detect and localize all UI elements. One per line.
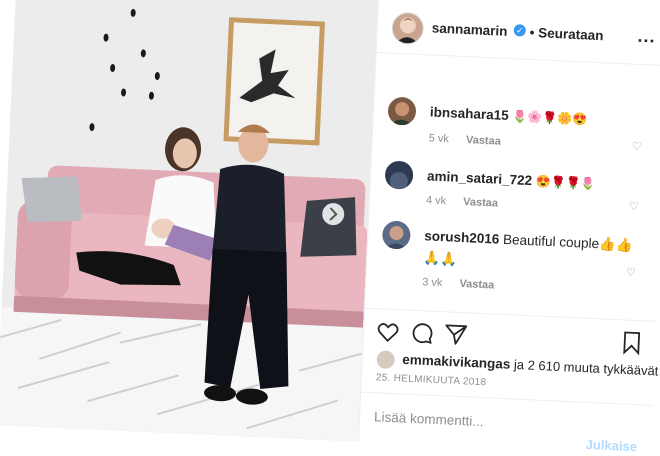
- post-author-username[interactable]: sannamarin: [431, 20, 507, 38]
- more-options-icon[interactable]: ...: [637, 26, 656, 48]
- post-comment-button[interactable]: Julkaise: [585, 437, 637, 454]
- comment-text-line: ibnsahara15 🌷🌸🌹🌼😍: [430, 104, 588, 126]
- post-photo[interactable]: [0, 0, 379, 442]
- comment-composer: Lisää kommentti... Julkaise: [358, 391, 653, 456]
- verified-badge-icon: ✓: [513, 24, 527, 37]
- comment-text: 😍🌹🌹🌷: [535, 174, 596, 191]
- heart-icon[interactable]: [375, 319, 400, 344]
- instagram-post: sannamarin ✓ • Seurataan ... ibnsahara15…: [0, 0, 660, 456]
- comment-input[interactable]: Lisää kommentti...: [374, 409, 484, 429]
- comment-text: 🌷🌸🌹🌼😍: [512, 109, 588, 127]
- post-sidebar: sannamarin ✓ • Seurataan ... ibnsahara15…: [357, 0, 660, 456]
- comment-item: sorush2016 Beautiful couple👍👍 🙏🙏 3 vk Va…: [365, 220, 660, 313]
- comment-time[interactable]: 4 vk: [426, 194, 447, 207]
- comment-meta: 4 vk Vastaa: [426, 194, 513, 210]
- comment-meta: 3 vk Vastaa: [422, 276, 509, 292]
- avatar[interactable]: [376, 350, 396, 370]
- comment-time[interactable]: 3 vk: [422, 276, 443, 289]
- paper-plane-icon[interactable]: [443, 322, 468, 347]
- post-date[interactable]: 25. HELMIKUUTA 2018: [376, 372, 487, 388]
- heart-icon[interactable]: ♡: [629, 200, 640, 213]
- comment-text-continued: 🙏🙏: [423, 250, 458, 267]
- avatar[interactable]: [381, 220, 411, 250]
- comment-text-line: sorush2016 Beautiful couple👍👍: [424, 228, 633, 253]
- comment-username[interactable]: sorush2016: [424, 228, 500, 246]
- comment-time[interactable]: 5 vk: [429, 132, 450, 145]
- comment-meta: 5 vk Vastaa: [429, 132, 516, 148]
- avatar[interactable]: [391, 11, 425, 46]
- comment-text-line: amin_satari_722 😍🌹🌹🌷: [427, 168, 596, 191]
- bookmark-icon[interactable]: [619, 330, 644, 356]
- separator-dot: •: [529, 24, 535, 41]
- avatar[interactable]: [387, 96, 417, 126]
- reply-button[interactable]: Vastaa: [466, 134, 501, 148]
- heart-icon[interactable]: ♡: [626, 265, 637, 278]
- reply-button[interactable]: Vastaa: [463, 196, 498, 210]
- comment-username[interactable]: ibnsahara15: [430, 104, 509, 123]
- liker-username[interactable]: emmakivikangas: [402, 352, 511, 372]
- avatar[interactable]: [384, 160, 414, 190]
- likes-count[interactable]: ja 2 610 muuta: [514, 357, 601, 376]
- comment-icon[interactable]: [409, 321, 434, 346]
- comment-text: Beautiful couple👍👍: [502, 231, 633, 253]
- family-photo-illustration: [0, 0, 379, 442]
- follow-status[interactable]: • Seurataan: [529, 25, 603, 43]
- heart-icon[interactable]: ♡: [631, 140, 642, 153]
- following-button[interactable]: Seurataan: [538, 25, 604, 43]
- post-header: sannamarin ✓ • Seurataan ...: [376, 0, 660, 67]
- reply-button[interactable]: Vastaa: [459, 278, 494, 292]
- comment-username[interactable]: amin_satari_722: [427, 168, 533, 188]
- likes-suffix: tykkäävät: [603, 361, 659, 379]
